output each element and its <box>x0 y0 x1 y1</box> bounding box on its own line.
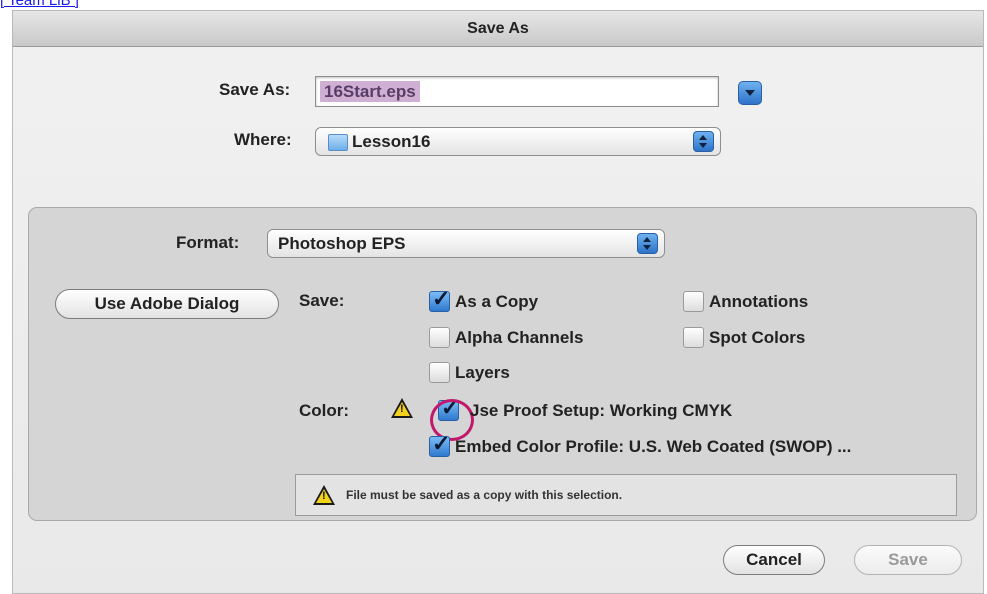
where-value: Lesson16 <box>352 132 431 151</box>
popup-arrows-icon <box>693 131 714 152</box>
dialog-title: Save As <box>13 11 983 47</box>
as-a-copy-checkbox[interactable]: ✓ <box>429 286 450 312</box>
save-options-label: Save: <box>299 291 345 310</box>
filename-field[interactable]: 16Start.eps <box>315 76 719 107</box>
checkmark-icon: ✓ <box>432 431 451 456</box>
chevron-down-icon <box>745 90 755 96</box>
annotations-label: Annotations <box>709 292 809 311</box>
annotations-checkbox[interactable] <box>683 291 704 312</box>
color-label: Color: <box>299 401 350 420</box>
warning-icon: ! <box>313 485 335 505</box>
team-lib-link[interactable]: [ Team LiB ] <box>0 0 79 9</box>
warning-message-box: ! File must be saved as a copy with this… <box>295 474 957 516</box>
spot-colors-checkbox[interactable] <box>683 327 704 348</box>
filename-text: 16Start.eps <box>320 81 420 102</box>
where-popup[interactable]: Lesson16 <box>315 127 721 156</box>
warning-message: File must be saved as a copy with this s… <box>346 488 623 502</box>
embed-color-profile-checkbox[interactable]: ✓ <box>429 431 450 457</box>
alpha-channels-label: Alpha Channels <box>455 328 584 347</box>
format-popup[interactable]: Photoshop EPS <box>267 229 665 258</box>
expand-dialog-button[interactable] <box>738 81 762 105</box>
warning-icon: ! <box>391 398 413 418</box>
save-button[interactable]: Save <box>854 545 962 575</box>
alpha-channels-checkbox[interactable] <box>429 327 450 348</box>
popup-arrows-icon <box>637 233 658 254</box>
save-as-dialog: Save As Save As: 16Start.eps Where: Less… <box>12 10 984 594</box>
folder-icon <box>328 134 348 151</box>
spot-colors-label: Spot Colors <box>709 328 806 347</box>
where-label: Where: <box>234 130 292 149</box>
use-proof-setup-label: Jse Proof Setup: Working CMYK <box>470 401 733 420</box>
format-value: Photoshop EPS <box>278 234 406 253</box>
cancel-button[interactable]: Cancel <box>723 545 825 575</box>
as-a-copy-label: As a Copy <box>455 292 539 311</box>
save-as-label: Save As: <box>219 80 291 99</box>
use-adobe-dialog-button[interactable]: Use Adobe Dialog <box>55 289 279 319</box>
layers-checkbox[interactable] <box>429 362 450 383</box>
format-label: Format: <box>176 233 240 252</box>
checkmark-icon: ✓ <box>432 286 451 311</box>
layers-label: Layers <box>455 363 510 382</box>
embed-color-profile-label: Embed Color Profile: U.S. Web Coated (SW… <box>455 437 852 456</box>
